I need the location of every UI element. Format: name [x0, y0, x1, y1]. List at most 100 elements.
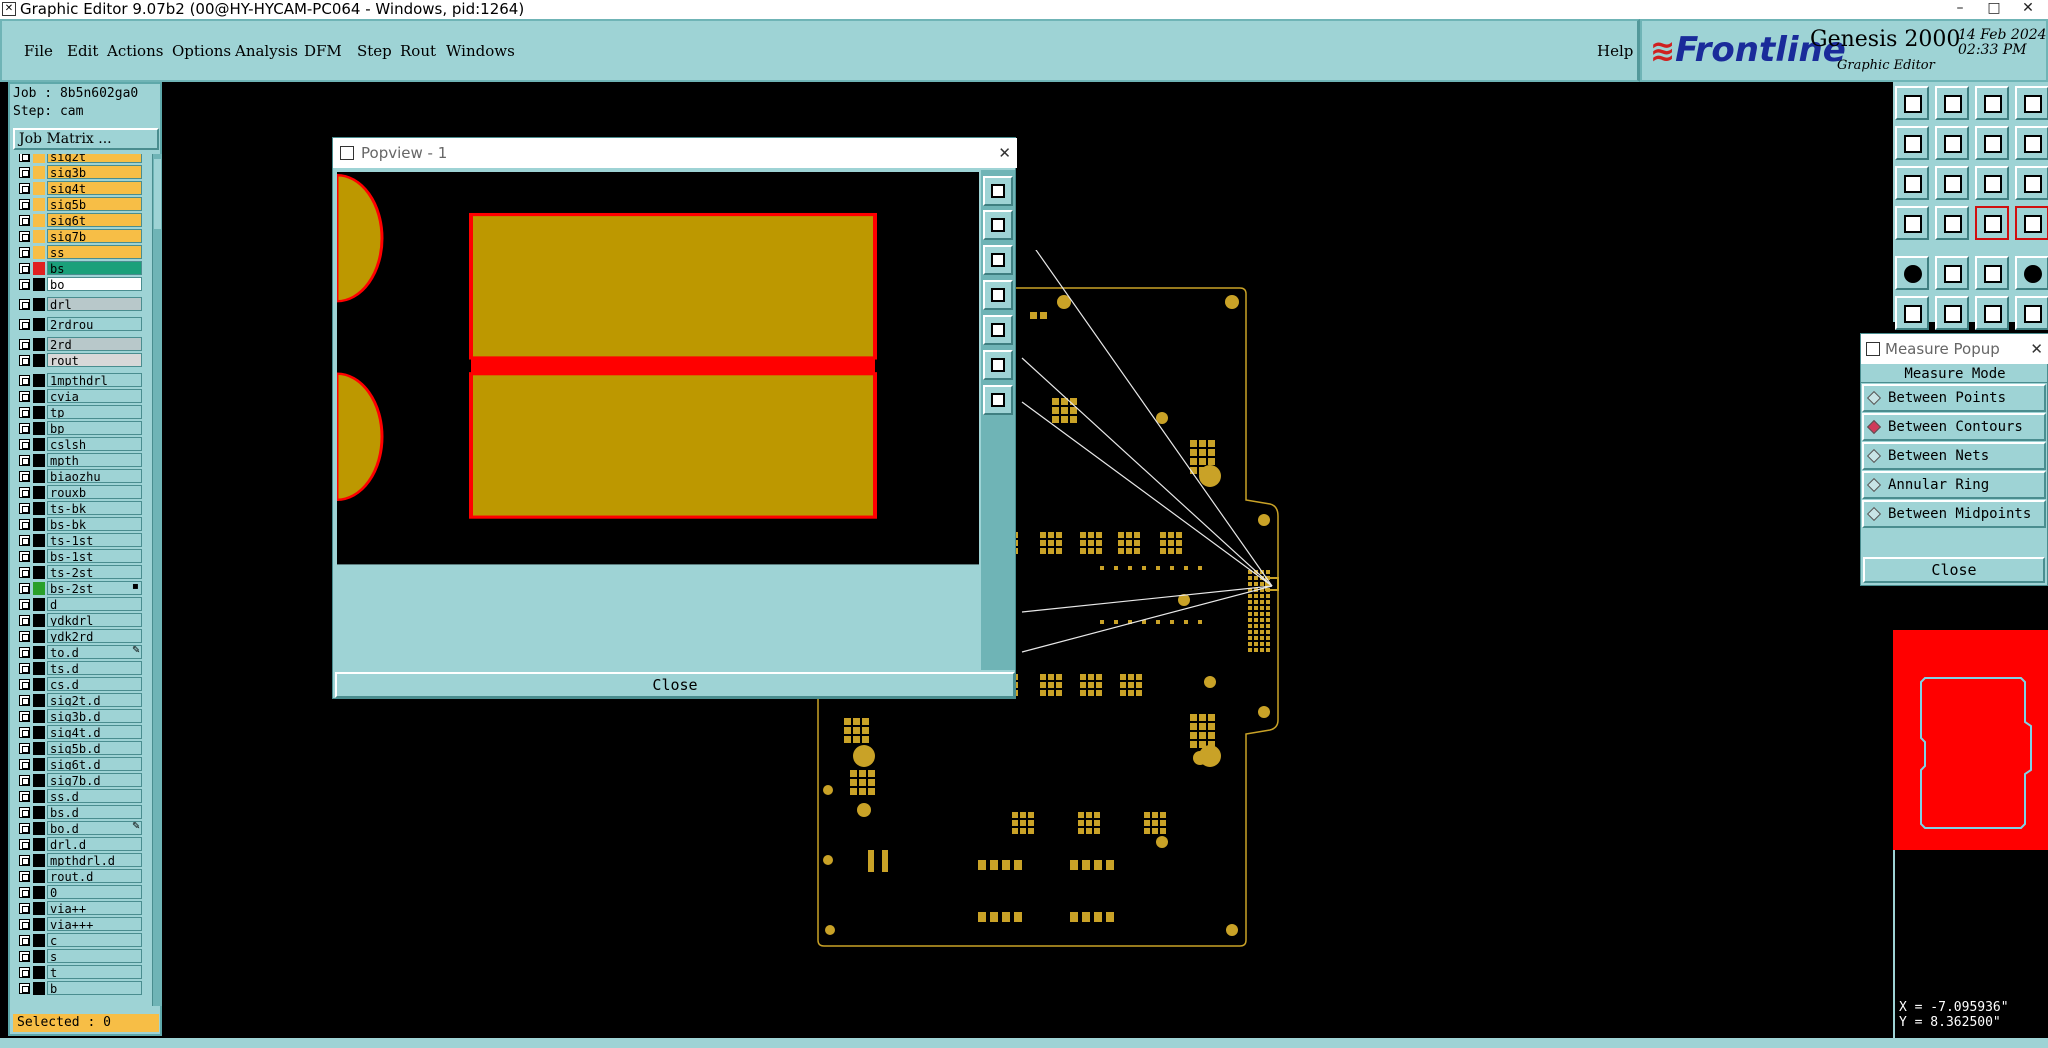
- layer-name[interactable]: c: [47, 933, 142, 947]
- layer-name[interactable]: tp: [47, 405, 142, 419]
- layer-color-swatch[interactable]: [33, 630, 45, 643]
- tool-swap-button[interactable]: [1975, 126, 2009, 160]
- layer-checkbox[interactable]: [19, 247, 30, 258]
- layer-row[interactable]: d: [10, 597, 150, 612]
- layer-name[interactable]: ts-2st: [47, 565, 142, 579]
- layer-checkbox[interactable]: [19, 391, 30, 402]
- layer-name[interactable]: ydkdrl: [47, 613, 142, 627]
- maximize-button[interactable]: □: [1980, 0, 2008, 19]
- measure-option-between-points[interactable]: Between Points: [1862, 384, 2046, 412]
- layer-row[interactable]: sig3b: [10, 165, 150, 180]
- layer-checkbox[interactable]: [19, 455, 30, 466]
- layer-checkbox[interactable]: [19, 199, 30, 210]
- layer-checkbox[interactable]: [19, 299, 30, 310]
- layer-color-swatch[interactable]: [33, 154, 45, 163]
- popview-close-button[interactable]: Close: [335, 672, 1015, 698]
- layer-name[interactable]: 1mpthdrl: [47, 373, 142, 387]
- layer-checkbox[interactable]: [19, 807, 30, 818]
- layer-color-swatch[interactable]: [33, 966, 45, 979]
- layer-name[interactable]: cvia: [47, 389, 142, 403]
- layer-name[interactable]: ts.d: [47, 661, 142, 675]
- layer-name[interactable]: rout: [47, 353, 142, 367]
- layer-row[interactable]: sig4t.d: [10, 725, 150, 740]
- layer-row[interactable]: t: [10, 965, 150, 980]
- layer-row[interactable]: b: [10, 981, 150, 996]
- layer-row[interactable]: bs.d: [10, 805, 150, 820]
- layer-row[interactable]: cvia: [10, 389, 150, 404]
- layer-row[interactable]: ss: [10, 245, 150, 260]
- layer-row[interactable]: biaozhu: [10, 469, 150, 484]
- layer-color-swatch[interactable]: [33, 662, 45, 675]
- menu-help[interactable]: Help: [1597, 42, 1633, 60]
- menu-edit[interactable]: Edit: [67, 42, 98, 60]
- layer-name[interactable]: cslsh: [47, 437, 142, 451]
- layer-name[interactable]: 2rdrou: [47, 317, 142, 331]
- tool-connect-button[interactable]: [1895, 296, 1929, 330]
- layer-row[interactable]: drl.d: [10, 837, 150, 852]
- layer-row[interactable]: rout.d: [10, 869, 150, 884]
- layer-checkbox[interactable]: [19, 647, 30, 658]
- layer-name[interactable]: bp: [47, 421, 142, 435]
- layer-checkbox[interactable]: [19, 775, 30, 786]
- popview-center-button[interactable]: [983, 350, 1013, 380]
- layer-color-swatch[interactable]: [33, 374, 45, 387]
- layer-color-swatch[interactable]: [33, 354, 45, 367]
- layer-name[interactable]: cs.d: [47, 677, 142, 691]
- layer-color-swatch[interactable]: [33, 902, 45, 915]
- layer-row[interactable]: c: [10, 933, 150, 948]
- layer-row[interactable]: sig6t.d: [10, 757, 150, 772]
- layer-row[interactable]: via+++: [10, 917, 150, 932]
- layer-row[interactable]: bs-bk: [10, 517, 150, 532]
- layer-checkbox[interactable]: [19, 503, 30, 514]
- layer-checkbox[interactable]: [19, 583, 30, 594]
- layer-checkbox[interactable]: [19, 567, 30, 578]
- layer-checkbox[interactable]: [19, 551, 30, 562]
- layer-checkbox[interactable]: [19, 423, 30, 434]
- layer-name[interactable]: d: [47, 597, 142, 611]
- layer-color-swatch[interactable]: [33, 298, 45, 311]
- layer-name[interactable]: rout.d: [47, 869, 142, 883]
- tool-extra-2-button[interactable]: [2015, 126, 2048, 160]
- tool-extra-3-button[interactable]: [2015, 206, 2048, 240]
- menu-actions[interactable]: Actions: [107, 42, 163, 60]
- layer-row[interactable]: sig2t.d: [10, 693, 150, 708]
- layer-color-swatch[interactable]: [33, 790, 45, 803]
- layer-row[interactable]: 2rd: [10, 337, 150, 352]
- layer-color-swatch[interactable]: [33, 182, 45, 195]
- layer-row[interactable]: sig6t: [10, 213, 150, 228]
- layer-name[interactable]: mpth: [47, 453, 142, 467]
- popview-move-button[interactable]: [983, 385, 1013, 415]
- layer-checkbox[interactable]: [19, 791, 30, 802]
- layer-checkbox[interactable]: [19, 375, 30, 386]
- layer-row[interactable]: bs-2st ▪: [10, 581, 150, 596]
- layer-row[interactable]: rout: [10, 353, 150, 368]
- layer-row[interactable]: sig7b.d: [10, 773, 150, 788]
- close-window-button[interactable]: ✕: [2014, 0, 2042, 19]
- layer-name[interactable]: t: [47, 965, 142, 979]
- layer-color-swatch[interactable]: [33, 454, 45, 467]
- layer-color-swatch[interactable]: [33, 822, 45, 835]
- popview-canvas[interactable]: [337, 172, 979, 670]
- layer-name[interactable]: 0: [47, 885, 142, 899]
- popview-zoom-fit-button[interactable]: [983, 176, 1013, 206]
- layer-color-swatch[interactable]: [33, 982, 45, 995]
- layer-name[interactable]: rouxb: [47, 485, 142, 499]
- popview-zoom-in-button[interactable]: [983, 210, 1013, 240]
- menu-rout[interactable]: Rout: [400, 42, 436, 60]
- layer-name[interactable]: via+++: [47, 917, 142, 931]
- layer-checkbox[interactable]: [19, 727, 30, 738]
- layer-checkbox[interactable]: [19, 839, 30, 850]
- layer-color-swatch[interactable]: [33, 710, 45, 723]
- tool-center-button[interactable]: [1935, 166, 1969, 200]
- layer-color-swatch[interactable]: [33, 838, 45, 851]
- layer-name[interactable]: mpthdrl.d: [47, 853, 142, 867]
- layer-row[interactable]: bs: [10, 261, 150, 276]
- measure-option-between-nets[interactable]: Between Nets: [1862, 442, 2046, 470]
- layer-color-swatch[interactable]: [33, 486, 45, 499]
- layer-checkbox[interactable]: [19, 319, 30, 330]
- layer-checkbox[interactable]: [19, 631, 30, 642]
- layer-checkbox[interactable]: [19, 407, 30, 418]
- layer-name[interactable]: sig7b.d: [47, 773, 142, 787]
- layer-color-swatch[interactable]: [33, 406, 45, 419]
- layer-name[interactable]: bo: [47, 277, 142, 291]
